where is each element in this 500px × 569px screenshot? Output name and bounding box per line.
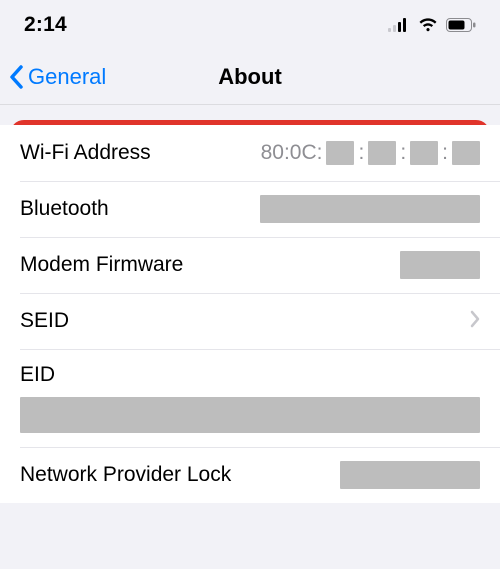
row-bluetooth[interactable]: Bluetooth	[0, 181, 500, 237]
row-label: Modem Firmware	[20, 253, 183, 277]
redacted-value	[400, 251, 480, 279]
redacted-segment	[368, 141, 396, 165]
nav-bar: General About	[0, 50, 500, 105]
status-icons	[388, 18, 476, 32]
row-network-provider-lock[interactable]: Network Provider Lock	[0, 447, 500, 503]
row-eid[interactable]: EID	[0, 349, 500, 447]
redacted-value	[340, 461, 480, 489]
status-bar: 2:14	[0, 0, 500, 50]
row-label: Bluetooth	[20, 197, 109, 221]
back-label: General	[28, 64, 106, 90]
chevron-right-icon	[470, 310, 480, 333]
wifi-icon	[418, 18, 438, 32]
row-seid[interactable]: SEID	[0, 293, 500, 349]
row-wifi-address[interactable]: Wi-Fi Address 80:0C: : : :	[0, 125, 500, 181]
redacted-value	[260, 195, 480, 223]
row-label: Wi-Fi Address	[20, 141, 151, 165]
redacted-segment	[326, 141, 354, 165]
row-label: SEID	[20, 309, 69, 333]
redacted-segment	[452, 141, 480, 165]
wifi-address-value: 80:0C: : : :	[261, 141, 480, 165]
row-label: EID	[20, 363, 480, 387]
chevron-left-icon	[8, 65, 24, 89]
battery-icon	[446, 18, 476, 32]
signal-icon	[388, 18, 410, 32]
redacted-value	[20, 397, 480, 433]
row-label: Network Provider Lock	[20, 463, 231, 487]
status-time: 2:14	[24, 13, 67, 37]
settings-list: Wi-Fi Address 80:0C: : : : Bluetooth Mod…	[0, 125, 500, 503]
row-modem-firmware[interactable]: Modem Firmware	[0, 237, 500, 293]
redacted-segment	[410, 141, 438, 165]
back-button[interactable]: General	[8, 64, 106, 90]
